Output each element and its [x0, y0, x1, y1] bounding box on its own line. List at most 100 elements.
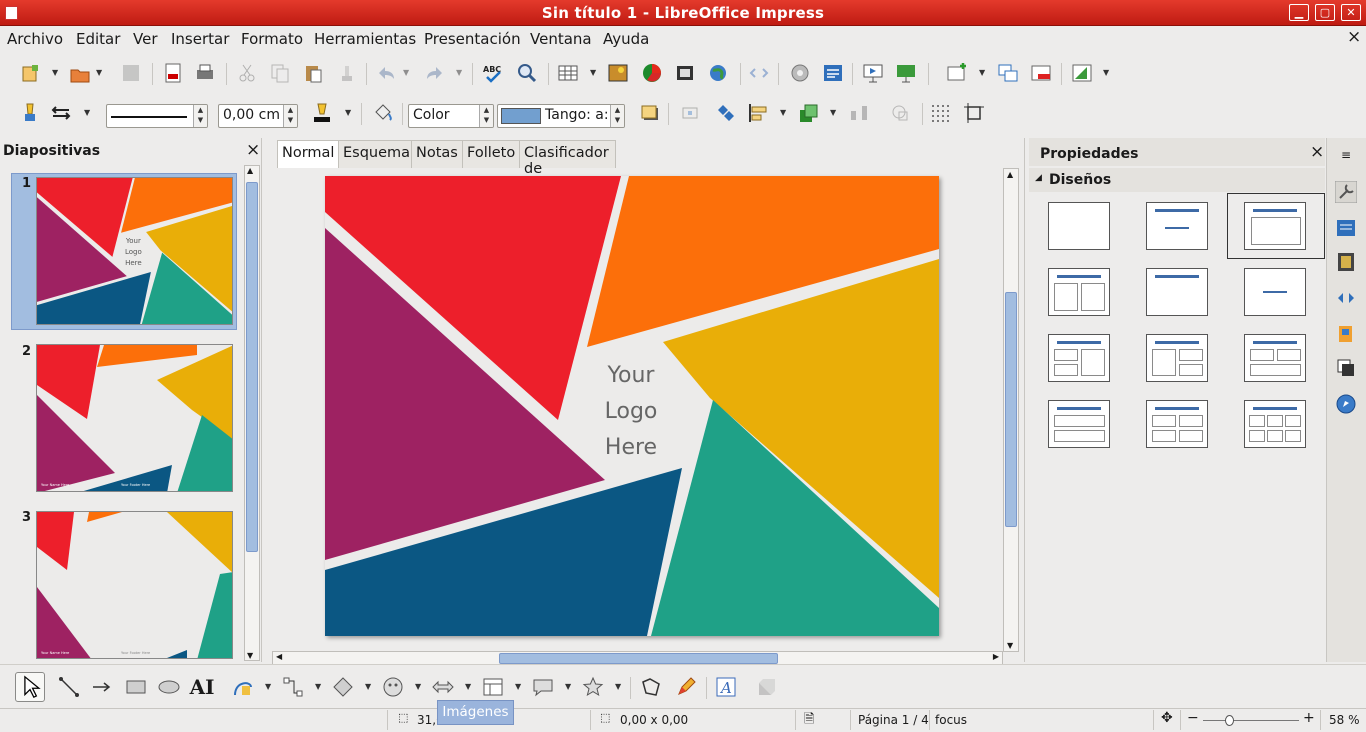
- flowchart-icon[interactable]: [481, 675, 505, 699]
- start-presentation-icon[interactable]: [861, 61, 885, 85]
- line-tool-icon[interactable]: [57, 675, 81, 699]
- layout-6-content[interactable]: [1244, 400, 1306, 448]
- duplicate-slide-icon[interactable]: [996, 61, 1020, 85]
- animation-icon[interactable]: [1334, 286, 1358, 310]
- cut-icon[interactable]: [235, 61, 259, 85]
- layout-title-content[interactable]: [1146, 202, 1208, 250]
- menu-ver[interactable]: Ver: [133, 30, 158, 48]
- line-width-field[interactable]: 0,00 cm ▲ ▼: [218, 104, 298, 128]
- clone-formatting-icon[interactable]: [335, 61, 359, 85]
- slide-canvas[interactable]: Your Logo Here: [325, 176, 939, 636]
- menu-ayuda[interactable]: Ayuda: [603, 30, 649, 48]
- layout-title-box[interactable]: [1244, 202, 1306, 250]
- arrange-dropdown-icon[interactable]: ▼: [830, 108, 838, 117]
- navigator-icon[interactable]: [1334, 392, 1358, 416]
- text-tool-icon[interactable]: AI: [190, 675, 215, 699]
- symbol-dropdown-icon[interactable]: ▼: [415, 682, 423, 691]
- movie-icon[interactable]: [673, 61, 697, 85]
- line-ends-icon[interactable]: [49, 101, 73, 125]
- grid-icon[interactable]: [928, 101, 952, 125]
- layout-centered-text[interactable]: [1244, 268, 1306, 316]
- close-document-button[interactable]: ×: [1347, 27, 1361, 47]
- layout-4-content[interactable]: [1146, 400, 1208, 448]
- connector-tool-icon[interactable]: [281, 675, 305, 699]
- symbol-shapes-icon[interactable]: [381, 675, 405, 699]
- menu-ventana[interactable]: Ventana: [530, 30, 592, 48]
- scroll-right-icon[interactable]: ▶: [993, 652, 999, 661]
- table-icon[interactable]: [556, 61, 580, 85]
- basic-shapes-icon[interactable]: [331, 675, 355, 699]
- align-dropdown-icon[interactable]: ▼: [780, 108, 788, 117]
- zoom-slider[interactable]: [1203, 720, 1299, 721]
- menu-presentacion[interactable]: Presentación: [424, 30, 521, 48]
- menu-insertar[interactable]: Insertar: [171, 30, 229, 48]
- select-tool[interactable]: [15, 672, 45, 702]
- slides-pane-scrollbar[interactable]: ▲ ▼: [244, 165, 260, 661]
- basic-shapes-dropdown-icon[interactable]: ▼: [365, 682, 373, 691]
- arrow-tool-icon[interactable]: [90, 675, 114, 699]
- zoom-percentage[interactable]: 58 %: [1329, 713, 1360, 727]
- group-icon[interactable]: [888, 101, 912, 125]
- redo-dropdown-icon[interactable]: ▼: [456, 68, 464, 77]
- layout-title-2-content[interactable]: [1048, 268, 1110, 316]
- highlighter-icon[interactable]: [18, 101, 42, 125]
- zoom-slider-handle[interactable]: [1225, 715, 1234, 726]
- slide-vertical-scrollbar[interactable]: ▲ ▼: [1003, 168, 1019, 652]
- open-icon[interactable]: [68, 61, 92, 85]
- menu-archivo[interactable]: Archivo: [7, 30, 63, 48]
- scroll-up-icon[interactable]: ▲: [247, 166, 253, 175]
- tab-notas[interactable]: Notas: [411, 140, 463, 168]
- shadow-icon[interactable]: [638, 101, 662, 125]
- fontwork-gallery-icon[interactable]: A: [714, 675, 738, 699]
- connector-dropdown-icon[interactable]: ▼: [315, 682, 323, 691]
- align-icon[interactable]: [746, 101, 770, 125]
- layout-blank[interactable]: [1048, 202, 1110, 250]
- slide-hscroll-thumb[interactable]: [499, 653, 778, 664]
- scroll-left-icon[interactable]: ◀: [276, 652, 282, 661]
- points-icon[interactable]: [678, 101, 702, 125]
- block-arrows-dropdown-icon[interactable]: ▼: [465, 682, 473, 691]
- line-style-select[interactable]: ▲ ▼: [106, 104, 208, 128]
- slide-transition-icon[interactable]: [1334, 216, 1358, 240]
- layout-2-content-over[interactable]: [1244, 334, 1306, 382]
- menu-editar[interactable]: Editar: [76, 30, 120, 48]
- spellcheck-icon[interactable]: ABC: [481, 61, 505, 85]
- slide-thumbnail-1[interactable]: Your Logo Here: [36, 177, 233, 325]
- navigator-globe-icon[interactable]: [706, 61, 730, 85]
- image-icon[interactable]: [606, 61, 630, 85]
- layout-title-only[interactable]: [1146, 268, 1208, 316]
- rectangle-tool-icon[interactable]: [124, 675, 148, 699]
- close-properties-button[interactable]: ×: [1310, 142, 1324, 162]
- print-icon[interactable]: [193, 61, 217, 85]
- tab-folleto[interactable]: Folleto: [462, 140, 521, 168]
- distribute-icon[interactable]: [847, 101, 871, 125]
- block-arrows-icon[interactable]: [431, 675, 455, 699]
- delete-slide-icon[interactable]: [1029, 61, 1053, 85]
- hyperlink-icon[interactable]: [747, 61, 771, 85]
- area-fill-select[interactable]: Tango: a: ▲ ▼: [497, 104, 625, 128]
- chart-icon[interactable]: [640, 61, 664, 85]
- table-dropdown-icon[interactable]: ▼: [590, 68, 598, 77]
- line-color-icon[interactable]: [310, 101, 334, 125]
- properties-wrench-icon[interactable]: [1334, 180, 1358, 204]
- arrange-icon[interactable]: [797, 101, 821, 125]
- callouts-dropdown-icon[interactable]: ▼: [565, 682, 573, 691]
- display-views-icon[interactable]: [1070, 61, 1094, 85]
- callouts-icon[interactable]: [531, 675, 555, 699]
- gallery-icon[interactable]: [1334, 322, 1358, 346]
- copy-icon[interactable]: [268, 61, 292, 85]
- stars-icon[interactable]: [581, 675, 605, 699]
- settings-gear-icon[interactable]: [788, 61, 812, 85]
- area-style-select[interactable]: Color ▲ ▼: [408, 104, 494, 128]
- curve-tool-icon[interactable]: [231, 675, 255, 699]
- layout-content-over-content[interactable]: [1048, 400, 1110, 448]
- points-edit-icon[interactable]: [639, 675, 663, 699]
- maximize-button[interactable]: ▢: [1315, 4, 1335, 21]
- scroll-down-icon[interactable]: ▼: [247, 651, 253, 660]
- fontwork-pencil-icon[interactable]: [674, 675, 698, 699]
- flowchart-dropdown-icon[interactable]: ▼: [515, 682, 523, 691]
- paste-icon[interactable]: [301, 61, 325, 85]
- export-pdf-icon[interactable]: [161, 61, 185, 85]
- new-slide-icon[interactable]: [945, 61, 969, 85]
- layout-content-title-2[interactable]: [1146, 334, 1208, 382]
